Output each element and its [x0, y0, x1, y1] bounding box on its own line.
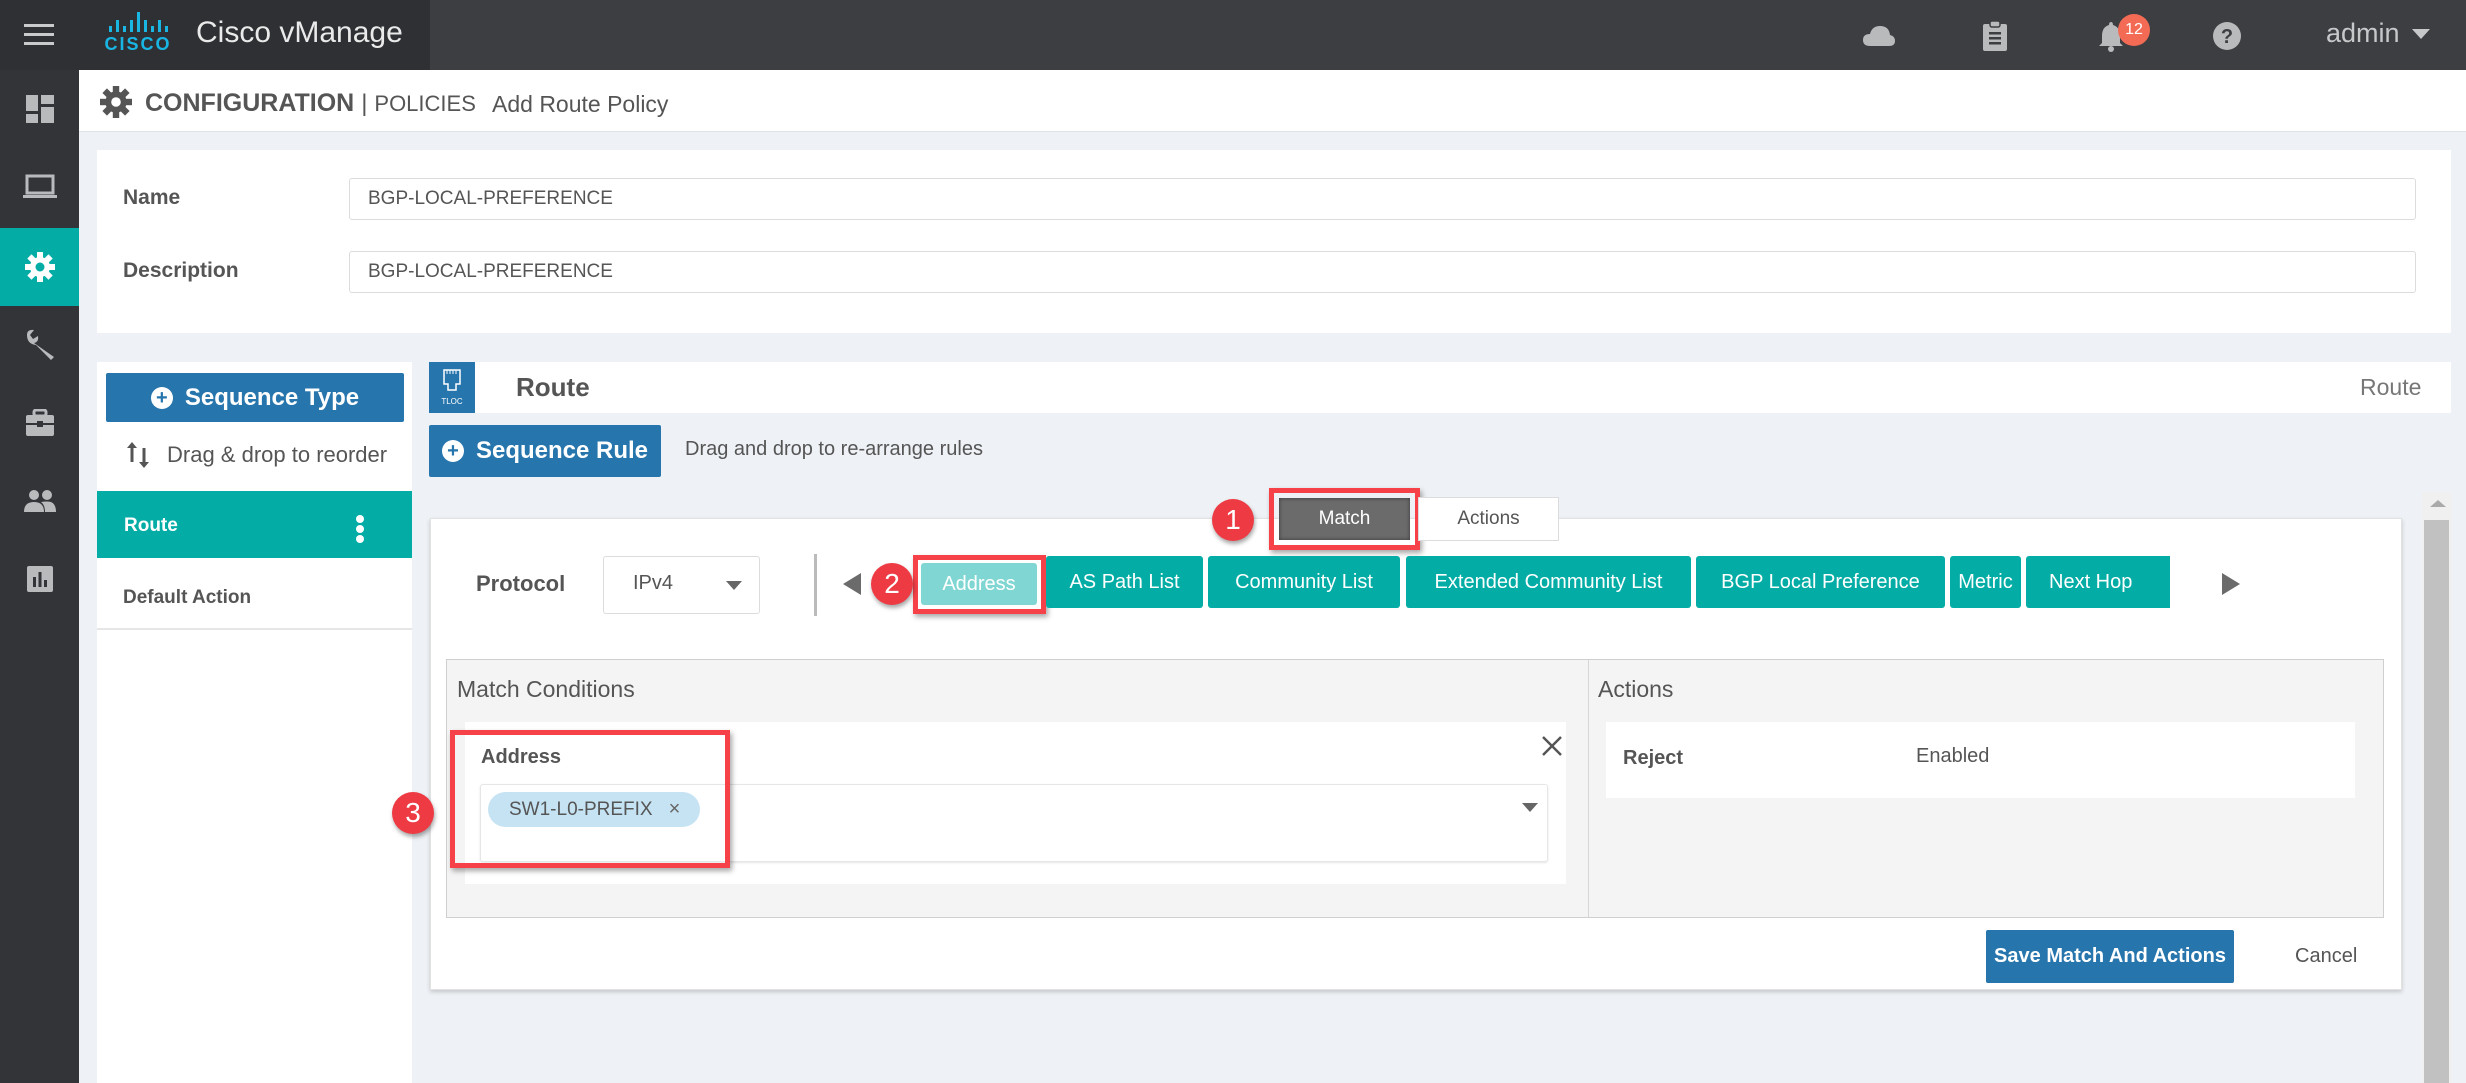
divider	[814, 554, 817, 616]
sequence-rule-label: Sequence Rule	[475, 437, 649, 464]
nav-maintenance[interactable]	[0, 384, 79, 462]
breadcrumb-section[interactable]: CONFIGURATION	[145, 89, 354, 117]
help-icon[interactable]: ?	[2210, 20, 2244, 52]
cloud-icon[interactable]	[1862, 20, 1896, 52]
tloc-icon: TLOC	[429, 362, 475, 413]
step-badge-3: 3	[392, 792, 434, 834]
page-title: Add Route Policy	[492, 91, 669, 117]
save-match-and-actions-button[interactable]: Save Match And Actions	[1986, 930, 2234, 983]
svg-text:?: ?	[2221, 26, 2233, 48]
more-options-icon[interactable]	[354, 515, 366, 543]
protocol-value: IPv4	[633, 572, 674, 594]
step-badge-1: 1	[1212, 499, 1254, 541]
route-section-title: Route	[516, 372, 590, 402]
user-menu[interactable]: admin	[2326, 18, 2430, 49]
clipboard-icon[interactable]	[1978, 20, 2012, 52]
sequence-type-button[interactable]: + Sequence Type	[106, 373, 404, 422]
nav-dashboard[interactable]	[0, 70, 79, 148]
action-reject-label: Reject	[1623, 747, 1684, 769]
breadcrumb-separator: |	[361, 90, 368, 117]
notification-count-badge: 12	[2118, 14, 2150, 46]
protocol-label: Protocol	[476, 571, 566, 596]
plus-circle-icon: +	[150, 386, 173, 409]
actions-title: Actions	[1598, 676, 1674, 702]
scroll-right-arrow-icon[interactable]	[2222, 573, 2240, 595]
sequence-item-route-label: Route	[124, 515, 178, 536]
left-nav	[0, 70, 79, 1083]
sequence-rule-button[interactable]: + Sequence Rule	[429, 425, 661, 477]
match-button-community-list[interactable]: Community List	[1208, 556, 1400, 608]
sequence-item-default-action-label: Default Action	[123, 587, 252, 608]
nav-monitor[interactable]	[0, 148, 79, 226]
match-button-bgp-local-preference[interactable]: BGP Local Preference	[1696, 556, 1945, 608]
name-input[interactable]: BGP-LOCAL-PREFERENCE	[349, 178, 2416, 220]
gear-icon	[100, 86, 132, 118]
match-button-as-path-list[interactable]: AS Path List	[1046, 556, 1203, 608]
gear-icon	[24, 252, 55, 282]
scroll-left-arrow-icon[interactable]	[843, 573, 861, 595]
highlight-box-address-condition	[450, 730, 730, 868]
match-conditions-title: Match Conditions	[457, 676, 635, 702]
dashboard-icon	[25, 95, 54, 123]
user-name: admin	[2326, 18, 2400, 48]
match-button-next-hop[interactable]: Next Hop	[2026, 556, 2170, 608]
cancel-button[interactable]: Cancel	[2295, 945, 2357, 968]
divider	[1588, 660, 1589, 917]
action-reject-value: Enabled	[1916, 745, 1990, 767]
sequence-type-label: Sequence Type	[184, 383, 360, 411]
monitor-icon	[22, 174, 57, 198]
cisco-logo-word: CISCO	[104, 34, 172, 54]
breadcrumb-subsection[interactable]: POLICIES	[374, 91, 475, 116]
reorder-hint: Drag & drop to reorder	[125, 440, 387, 470]
cisco-logo: CISCO	[98, 12, 178, 58]
match-button-address[interactable]: Address	[921, 563, 1037, 605]
step-badge-2: 2	[871, 563, 913, 605]
scroll-up-arrow-icon[interactable]	[2430, 500, 2446, 507]
rearrange-hint: Drag and drop to re-arrange rules	[685, 438, 983, 460]
toolbox-icon	[25, 409, 54, 436]
hamburger-menu-icon[interactable]	[24, 24, 54, 46]
nav-tools[interactable]	[0, 306, 79, 384]
route-section-header	[429, 362, 2451, 413]
nav-analytics[interactable]	[0, 540, 79, 618]
chevron-down-icon[interactable]	[1522, 803, 1538, 812]
reorder-arrows-icon	[127, 442, 149, 468]
close-icon[interactable]	[1539, 733, 1565, 759]
analytics-icon	[26, 566, 53, 592]
match-button-extended-community-list[interactable]: Extended Community List	[1406, 556, 1691, 608]
plus-circle-icon: +	[441, 440, 464, 462]
route-section-type: Route	[2360, 374, 2422, 400]
scrollbar-thumb[interactable]	[2424, 520, 2449, 1083]
app-title: Cisco vManage	[196, 16, 403, 49]
reorder-hint-text: Drag & drop to reorder	[167, 442, 388, 467]
sequence-panel	[97, 362, 412, 1083]
svg-text:TLOC: TLOC	[441, 397, 463, 406]
breadcrumb: CONFIGURATION | POLICIES	[145, 89, 476, 118]
chevron-down-icon	[726, 581, 742, 590]
nav-configuration[interactable]	[0, 228, 79, 306]
match-button-metric[interactable]: Metric	[1950, 556, 2021, 608]
wrench-icon	[26, 329, 54, 360]
tab-actions[interactable]: Actions	[1418, 497, 1559, 541]
description-input[interactable]: BGP-LOCAL-PREFERENCE	[349, 251, 2416, 293]
tab-match[interactable]: Match	[1279, 498, 1410, 540]
match-button-next-hop-clip: Next Hop	[2026, 556, 2170, 608]
nav-administration[interactable]	[0, 462, 79, 540]
name-label: Name	[123, 186, 181, 209]
users-icon	[23, 490, 56, 512]
description-label: Description	[123, 259, 239, 282]
chevron-down-icon	[2411, 28, 2430, 39]
